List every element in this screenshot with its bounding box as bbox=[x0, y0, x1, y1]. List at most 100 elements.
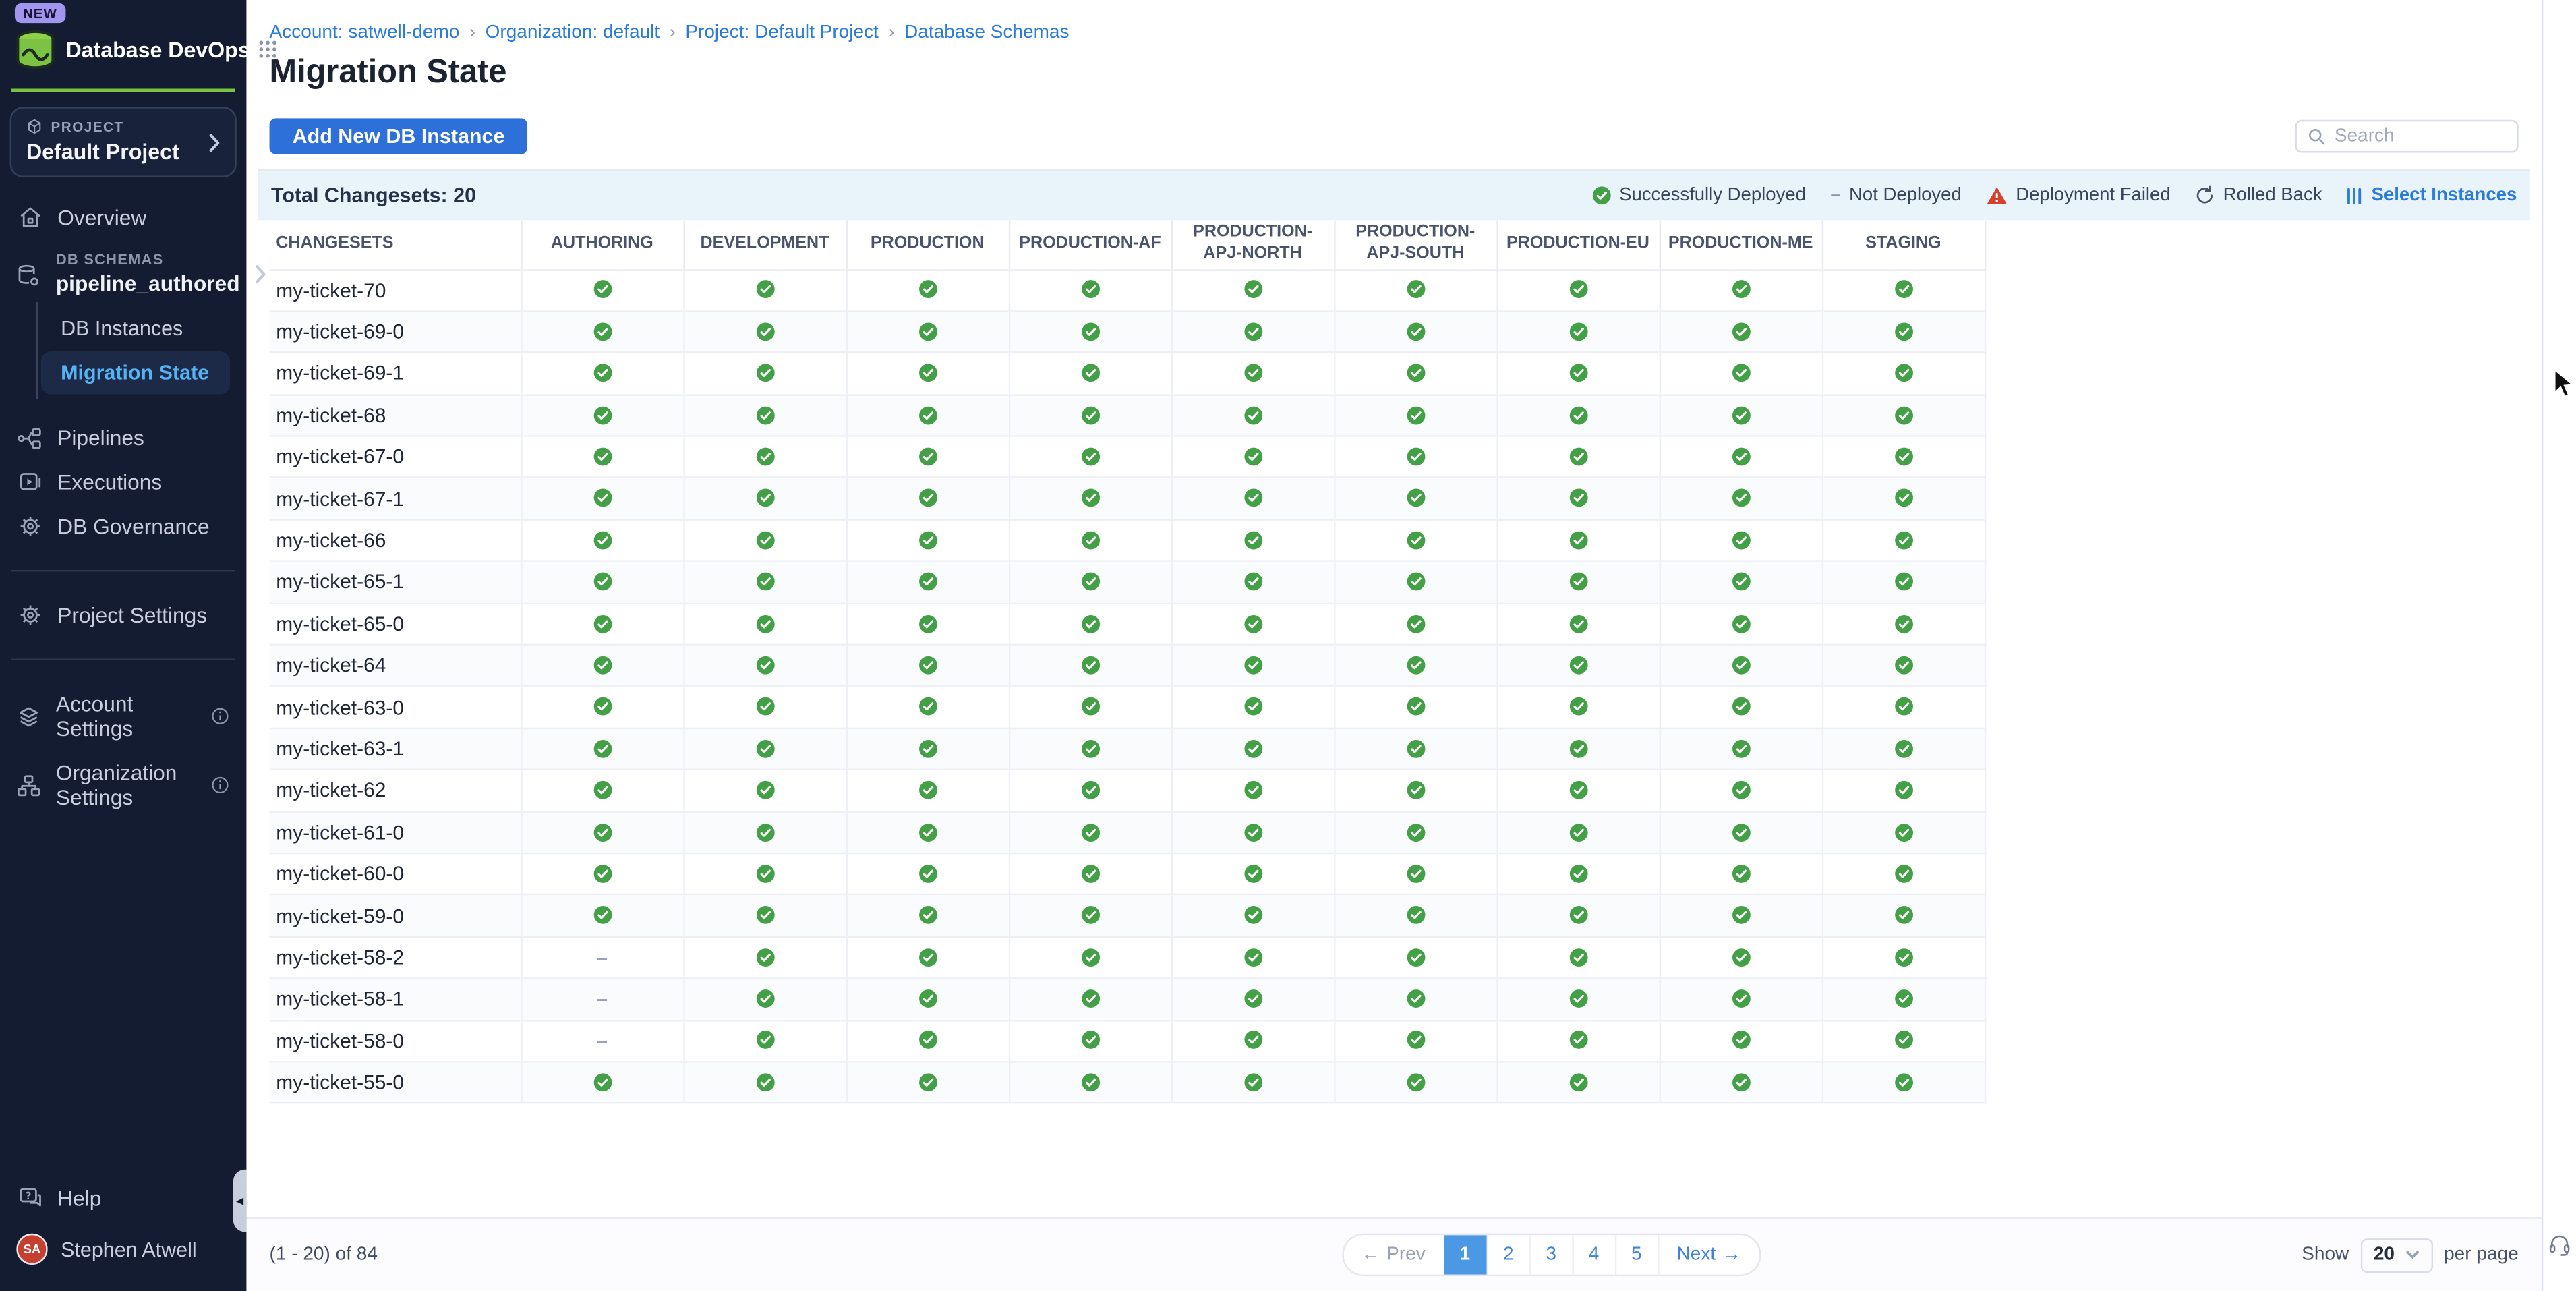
sidebar-item-project-settings[interactable]: Project Settings bbox=[0, 593, 246, 637]
status-cell bbox=[1660, 770, 1822, 811]
breadcrumb-link[interactable]: Project: Default Project bbox=[685, 23, 879, 42]
sidebar-item-db-schemas[interactable]: DB SCHEMAS pipeline_authored bbox=[0, 240, 246, 303]
status-cell bbox=[521, 478, 683, 520]
success-icon bbox=[1405, 780, 1425, 800]
app-header: NEW Database DevOps bbox=[0, 0, 246, 77]
sidebar-item-help[interactable]: Help bbox=[0, 1176, 246, 1221]
table-row: my-ticket-63-0 bbox=[270, 687, 1985, 728]
success-icon bbox=[1080, 1072, 1100, 1092]
status-cell bbox=[1496, 811, 1659, 853]
arrow-right-icon: → bbox=[1722, 1245, 1741, 1265]
app-switcher-grid-icon[interactable] bbox=[258, 39, 278, 59]
pipelines-icon bbox=[16, 426, 42, 449]
status-legend: Successfully Deployed – Not Deployed Dep… bbox=[1591, 185, 2517, 205]
info-icon[interactable] bbox=[210, 775, 230, 795]
success-icon bbox=[755, 989, 774, 1008]
select-instances-link[interactable]: Select Instances bbox=[2347, 185, 2517, 205]
status-cell bbox=[1171, 353, 1334, 395]
page-button-5[interactable]: 5 bbox=[1614, 1235, 1657, 1274]
page-size-control: Show 20 per page bbox=[2302, 1238, 2519, 1272]
status-cell bbox=[846, 436, 1009, 478]
success-icon bbox=[1731, 906, 1751, 925]
success-icon bbox=[755, 697, 774, 716]
breadcrumb-link[interactable]: Database Schemas bbox=[904, 23, 1070, 42]
success-icon bbox=[1568, 697, 1587, 716]
status-cell bbox=[1822, 395, 1985, 436]
success-icon bbox=[1405, 530, 1425, 550]
status-cell bbox=[1009, 311, 1171, 353]
support-headset-icon[interactable] bbox=[2548, 1234, 2571, 1265]
search-input[interactable] bbox=[2335, 127, 2507, 146]
success-icon bbox=[1894, 864, 1913, 884]
status-cell bbox=[521, 436, 683, 478]
sidebar-item-pipelines[interactable]: Pipelines bbox=[0, 415, 246, 460]
status-cell bbox=[846, 1062, 1009, 1103]
success-icon bbox=[1080, 906, 1100, 925]
status-cell bbox=[1009, 770, 1171, 811]
info-icon[interactable] bbox=[210, 706, 230, 726]
page-button-2[interactable]: 2 bbox=[1486, 1235, 1529, 1274]
success-icon bbox=[1080, 488, 1100, 508]
user-menu[interactable]: SA Stephen Atwell bbox=[0, 1220, 246, 1278]
status-cell bbox=[1660, 853, 1822, 895]
sidebar-item-overview[interactable]: Overview bbox=[0, 196, 246, 240]
project-selector[interactable]: PROJECT Default Project bbox=[10, 107, 237, 177]
status-cell bbox=[1171, 395, 1334, 436]
table-row: my-ticket-58-0– bbox=[270, 1020, 1985, 1062]
status-cell bbox=[521, 895, 683, 937]
status-cell bbox=[1496, 853, 1659, 895]
success-icon bbox=[1243, 364, 1262, 383]
page-button-1[interactable]: 1 bbox=[1444, 1235, 1486, 1274]
success-icon bbox=[1731, 739, 1751, 758]
breadcrumb-link[interactable]: Account: satwell-demo bbox=[270, 23, 460, 42]
status-cell bbox=[1334, 436, 1496, 478]
sidebar-item-account-settings[interactable]: Account Settings bbox=[0, 682, 246, 751]
db-schemas-name: pipeline_authored bbox=[56, 271, 240, 296]
success-icon bbox=[1731, 488, 1751, 508]
breadcrumb-link[interactable]: Organization: default bbox=[486, 23, 660, 42]
sidebar-item-migration-state[interactable]: Migration State bbox=[41, 351, 230, 394]
sidebar-item-organization-settings[interactable]: Organization Settings bbox=[0, 751, 246, 820]
page-button-4[interactable]: 4 bbox=[1572, 1235, 1614, 1274]
status-cell bbox=[1009, 1062, 1171, 1103]
status-cell bbox=[1822, 353, 1985, 395]
success-icon bbox=[1568, 947, 1587, 967]
changeset-name: my-ticket-63-1 bbox=[270, 728, 521, 770]
success-icon bbox=[1894, 1031, 1913, 1050]
success-icon bbox=[918, 947, 937, 967]
status-cell bbox=[1660, 811, 1822, 853]
success-icon bbox=[918, 656, 937, 675]
status-cell bbox=[1822, 895, 1985, 937]
status-cell bbox=[683, 519, 846, 561]
success-icon bbox=[755, 1031, 774, 1050]
search-box[interactable] bbox=[2295, 120, 2518, 153]
success-icon bbox=[1731, 405, 1751, 425]
sidebar-collapse-handle[interactable]: ◀ bbox=[233, 1170, 246, 1232]
status-cell bbox=[1171, 728, 1334, 770]
success-icon bbox=[1243, 488, 1262, 508]
status-cell bbox=[1660, 1062, 1822, 1103]
success-icon bbox=[755, 822, 774, 842]
prev-page-button[interactable]: ←Prev bbox=[1343, 1235, 1444, 1274]
status-cell bbox=[1496, 1062, 1659, 1103]
success-icon bbox=[755, 739, 774, 758]
page-button-3[interactable]: 3 bbox=[1529, 1235, 1571, 1274]
sidebar-item-db-instances[interactable]: DB Instances bbox=[41, 307, 230, 349]
success-icon bbox=[1894, 906, 1913, 925]
status-cell bbox=[1660, 978, 1822, 1020]
page-size-select[interactable]: 20 bbox=[2360, 1238, 2432, 1272]
success-icon bbox=[1243, 780, 1262, 800]
arrow-left-icon: ← bbox=[1361, 1245, 1380, 1265]
table-row: my-ticket-66 bbox=[270, 519, 1985, 561]
status-cell bbox=[1822, 728, 1985, 770]
success-icon bbox=[755, 447, 774, 466]
next-page-button[interactable]: Next→ bbox=[1657, 1235, 1759, 1274]
success-icon bbox=[1731, 572, 1751, 592]
success-icon bbox=[592, 1072, 612, 1092]
add-new-db-instance-button[interactable]: Add New DB Instance bbox=[270, 118, 528, 154]
success-icon bbox=[1405, 447, 1425, 466]
sidebar-divider bbox=[11, 570, 235, 571]
sidebar-item-db-governance[interactable]: DB Governance bbox=[0, 505, 246, 549]
sidebar-item-executions[interactable]: Executions bbox=[0, 460, 246, 505]
success-icon bbox=[1243, 947, 1262, 967]
